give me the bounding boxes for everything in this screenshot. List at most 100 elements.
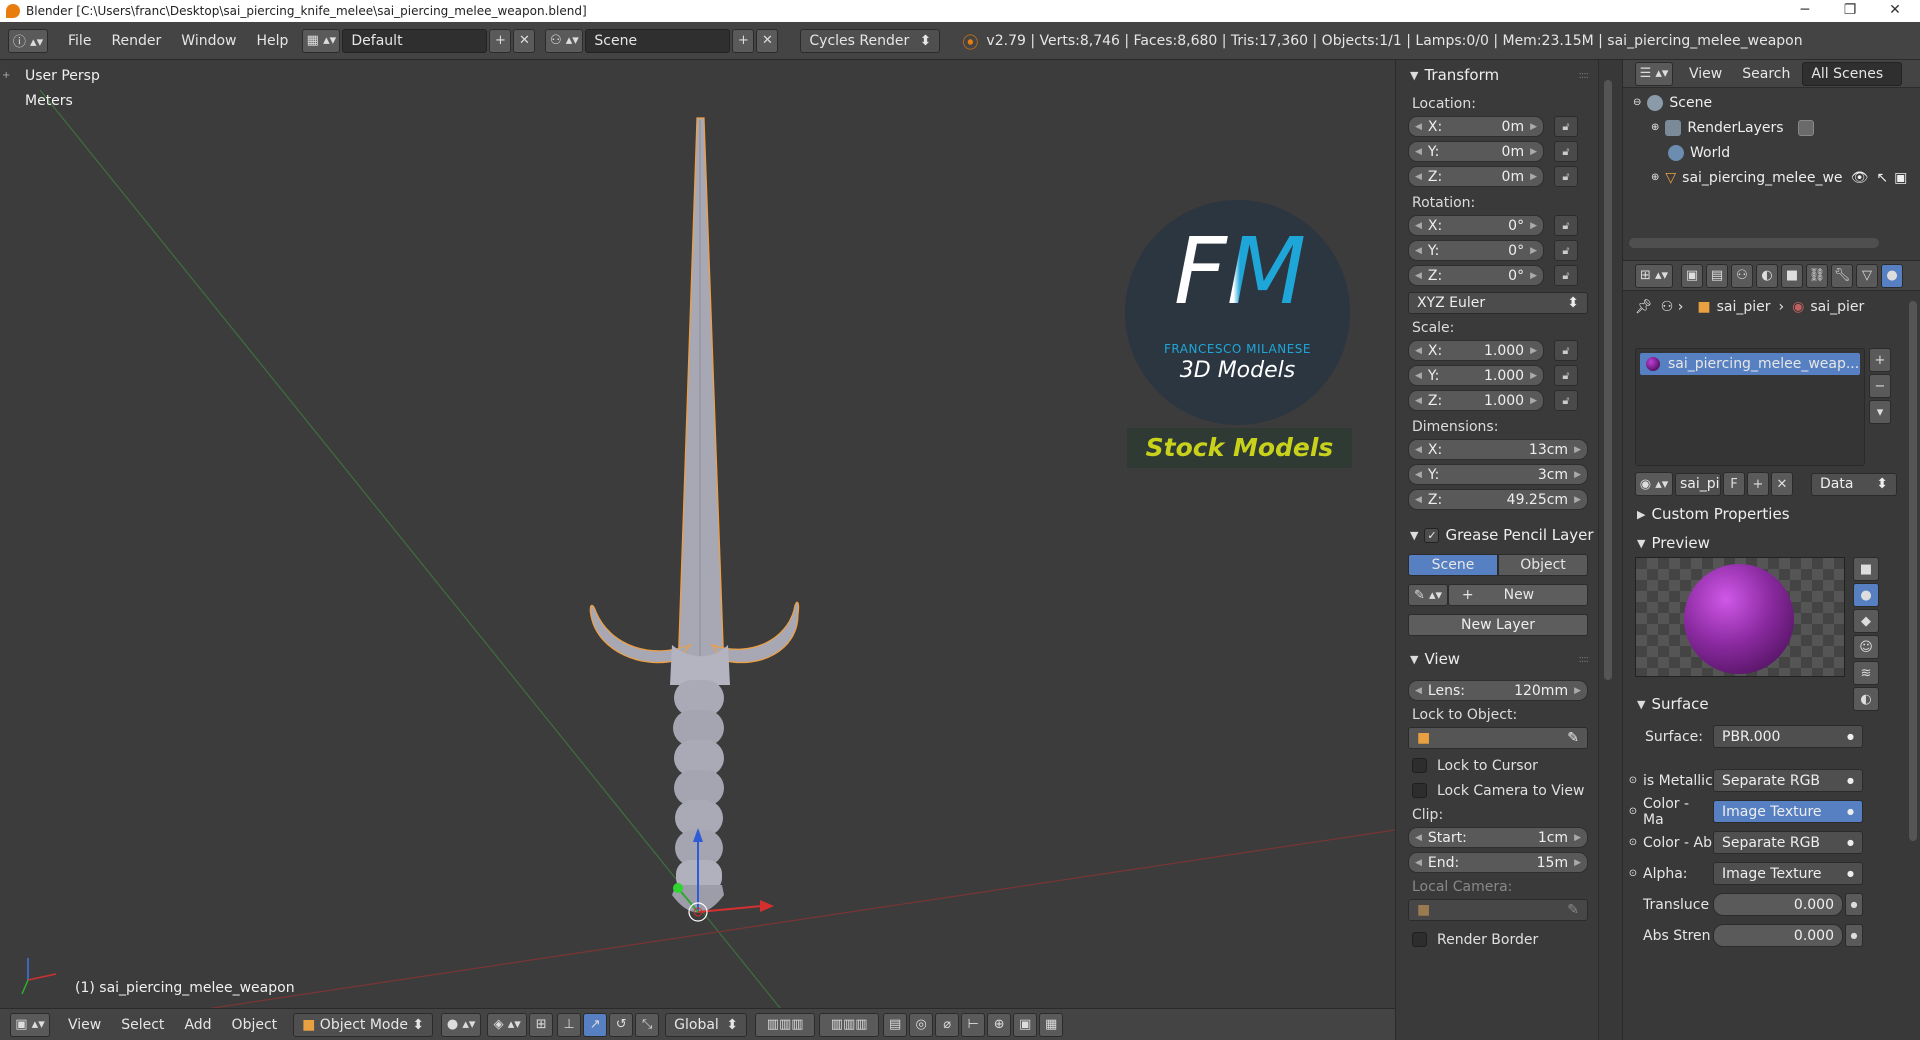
data-tab-icon[interactable]: ▽	[1856, 263, 1878, 288]
lock-icon[interactable]: 🔓︎	[1554, 215, 1578, 236]
delete-scene-icon[interactable]: ✕	[756, 28, 779, 53]
scale-x-field[interactable]: ◀ X: 1.000 ▶	[1408, 340, 1544, 361]
socket-dot-icon[interactable]: ●	[1845, 893, 1863, 916]
lock-layers-icon[interactable]: ▤	[883, 1012, 908, 1037]
preview-flat-icon[interactable]: ■	[1853, 557, 1879, 581]
cursor-select-icon[interactable]: ↖	[1876, 170, 1888, 186]
layers-a-icon[interactable]: ▥▥▥	[755, 1012, 816, 1037]
slot-menu-icon[interactable]: ▾	[1869, 400, 1891, 424]
render-layer-toggle-icon[interactable]	[1797, 119, 1814, 136]
dimensions-z-field[interactable]: ◀ Z: 49.25cm ▶	[1408, 489, 1588, 510]
editor-type-3dview-icon[interactable]: ▣ ▴▾	[10, 1012, 50, 1037]
minimize-button[interactable]: ─	[1785, 0, 1825, 22]
custom-properties-header[interactable]: ▶ Custom Properties	[1623, 501, 1883, 527]
pencil-icon[interactable]: ✎ ▴▾	[1408, 584, 1448, 606]
menu-object[interactable]: Object	[222, 1012, 288, 1038]
preview-sphere-icon[interactable]: ●	[1853, 583, 1879, 607]
move-icon[interactable]: ↗	[583, 1012, 608, 1037]
menu-render[interactable]: Render	[101, 28, 171, 54]
toolshelf-toggle-icon[interactable]: +	[2, 70, 10, 81]
view-panel-header[interactable]: ▼ View ::::	[1396, 646, 1598, 672]
material-slot-item[interactable]: sai_piercing_melee_weap...	[1640, 353, 1860, 375]
preview-monkey-icon[interactable]: ☺	[1853, 635, 1879, 659]
mode-dropdown[interactable]: ■ Object Mode ⬍	[293, 1012, 434, 1037]
input-link-field[interactable]: Separate RGB ●	[1713, 769, 1863, 792]
pin-icon[interactable]: 📌︎	[1635, 299, 1653, 315]
outliner-scrollbar[interactable]	[1629, 238, 1879, 248]
add-scene-icon[interactable]: +	[732, 28, 755, 53]
expand-plus-icon[interactable]: ⊕	[1651, 172, 1659, 183]
add-screen-icon[interactable]: +	[489, 28, 512, 53]
lock-icon[interactable]: 🔓︎	[1554, 166, 1578, 187]
menu-window[interactable]: Window	[171, 28, 246, 54]
scale-icon[interactable]: ⤡	[635, 1012, 660, 1037]
preview-header[interactable]: ▼ Preview	[1623, 530, 1883, 556]
manipulator-toggle-icon[interactable]: ⊞	[529, 1012, 554, 1037]
unlink-material-icon[interactable]: ✕	[1771, 472, 1793, 496]
menu-select[interactable]: Select	[111, 1012, 174, 1038]
object-tab-icon[interactable]: ■	[1781, 263, 1803, 288]
lens-field[interactable]: ◀ Lens: 120mm ▶	[1408, 680, 1588, 701]
menu-file[interactable]: File	[58, 28, 101, 54]
translucency-slider[interactable]: 0.000	[1713, 893, 1843, 916]
input-socket-icon[interactable]: ⊙	[1623, 837, 1643, 848]
menu-view[interactable]: View	[58, 1012, 111, 1038]
new-layer-button[interactable]: New Layer	[1408, 614, 1588, 636]
render-image-icon[interactable]: ▣	[1013, 1012, 1038, 1037]
lock-object-field[interactable]: ■ ✎	[1408, 727, 1588, 749]
lock-camera-checkbox[interactable]: Lock Camera to View	[1396, 778, 1598, 803]
expand-minus-icon[interactable]: ⊖	[1633, 97, 1641, 108]
socket-dot-icon[interactable]: ●	[1845, 924, 1863, 947]
lock-icon[interactable]: 🔓︎	[1554, 240, 1578, 261]
layers-b-icon[interactable]: ▥▥▥	[819, 1012, 880, 1037]
screen-layout-icon[interactable]: ▦ ▴▾	[302, 28, 341, 53]
outliner-item-world[interactable]: World	[1623, 140, 1920, 165]
lock-icon[interactable]: 🔓︎	[1554, 365, 1578, 386]
proportional-icon[interactable]: ◎	[909, 1012, 934, 1037]
material-slots-list[interactable]: sai_piercing_melee_weap...	[1635, 348, 1865, 466]
scene-tab-icon[interactable]: ⚇	[1731, 263, 1753, 288]
screen-layout-field[interactable]: Default	[342, 28, 488, 53]
delete-screen-icon[interactable]: ✕	[513, 28, 536, 53]
world-tab-icon[interactable]: ◐	[1756, 263, 1778, 288]
add-slot-icon[interactable]: +	[1869, 348, 1891, 372]
editor-type-info-icon[interactable]: ⓘ ▴▾	[8, 28, 48, 53]
dimensions-x-field[interactable]: ◀ X: 13cm ▶	[1408, 439, 1588, 460]
lock-icon[interactable]: 🔓︎	[1554, 390, 1578, 411]
lock-icon[interactable]: 🔓︎	[1554, 116, 1578, 137]
new-material-icon[interactable]: +	[1747, 472, 1769, 496]
eye-icon[interactable]: 👁︎	[1851, 170, 1869, 186]
input-socket-icon[interactable]: ⊙	[1623, 775, 1643, 786]
location-z-field[interactable]: ◀ Z: 0m ▶	[1408, 166, 1544, 187]
lock-icon[interactable]: 🔓︎	[1554, 340, 1578, 361]
display-mode-dropdown[interactable]: All Scenes	[1802, 61, 1903, 86]
shading-icon[interactable]: ● ▴▾	[441, 1012, 482, 1037]
lock-icon[interactable]: 🔓︎	[1554, 265, 1578, 286]
surface-header[interactable]: ▼ Surface	[1623, 691, 1883, 717]
menu-add[interactable]: Add	[174, 1012, 221, 1038]
scale-y-field[interactable]: ◀ Y: 1.000 ▶	[1408, 365, 1544, 386]
preview-hair-icon[interactable]: ≋	[1853, 661, 1879, 685]
render-engine-dropdown[interactable]: Cycles Render ⬍	[800, 28, 941, 53]
properties-scrollbar[interactable]	[1909, 301, 1917, 841]
pivot-icon[interactable]: ◈ ▴▾	[487, 1012, 528, 1037]
location-y-field[interactable]: ◀ Y: 0m ▶	[1408, 141, 1544, 162]
outliner-search-menu[interactable]: Search	[1732, 61, 1800, 87]
outliner-item-scene[interactable]: ⊖ Scene	[1623, 90, 1920, 115]
preview-cube-icon[interactable]: ◆	[1853, 609, 1879, 633]
surface-shader-field[interactable]: PBR.000 ●	[1713, 725, 1863, 748]
scale-z-field[interactable]: ◀ Z: 1.000 ▶	[1408, 390, 1544, 411]
sidebar-scroll-region[interactable]	[1598, 60, 1622, 1040]
input-link-field[interactable]: Image Texture ●	[1713, 800, 1863, 823]
dimensions-y-field[interactable]: ◀ Y: 3cm ▶	[1408, 464, 1588, 485]
3d-viewport[interactable]: User Persp Meters (1) sai_piercing_melee…	[0, 60, 1395, 1008]
tab-object[interactable]: Object	[1498, 554, 1588, 576]
close-button[interactable]: ✕	[1875, 0, 1915, 22]
input-socket-icon[interactable]: ⊙	[1623, 868, 1643, 879]
material-name-field[interactable]: sai_pi	[1675, 472, 1721, 496]
input-socket-icon[interactable]: ⊙	[1623, 806, 1643, 817]
menu-help[interactable]: Help	[246, 28, 298, 54]
translate-icon[interactable]: ⊥	[557, 1012, 582, 1037]
sai-weapon-model[interactable]	[589, 117, 800, 913]
expand-plus-icon[interactable]: ⊕	[1651, 122, 1659, 133]
